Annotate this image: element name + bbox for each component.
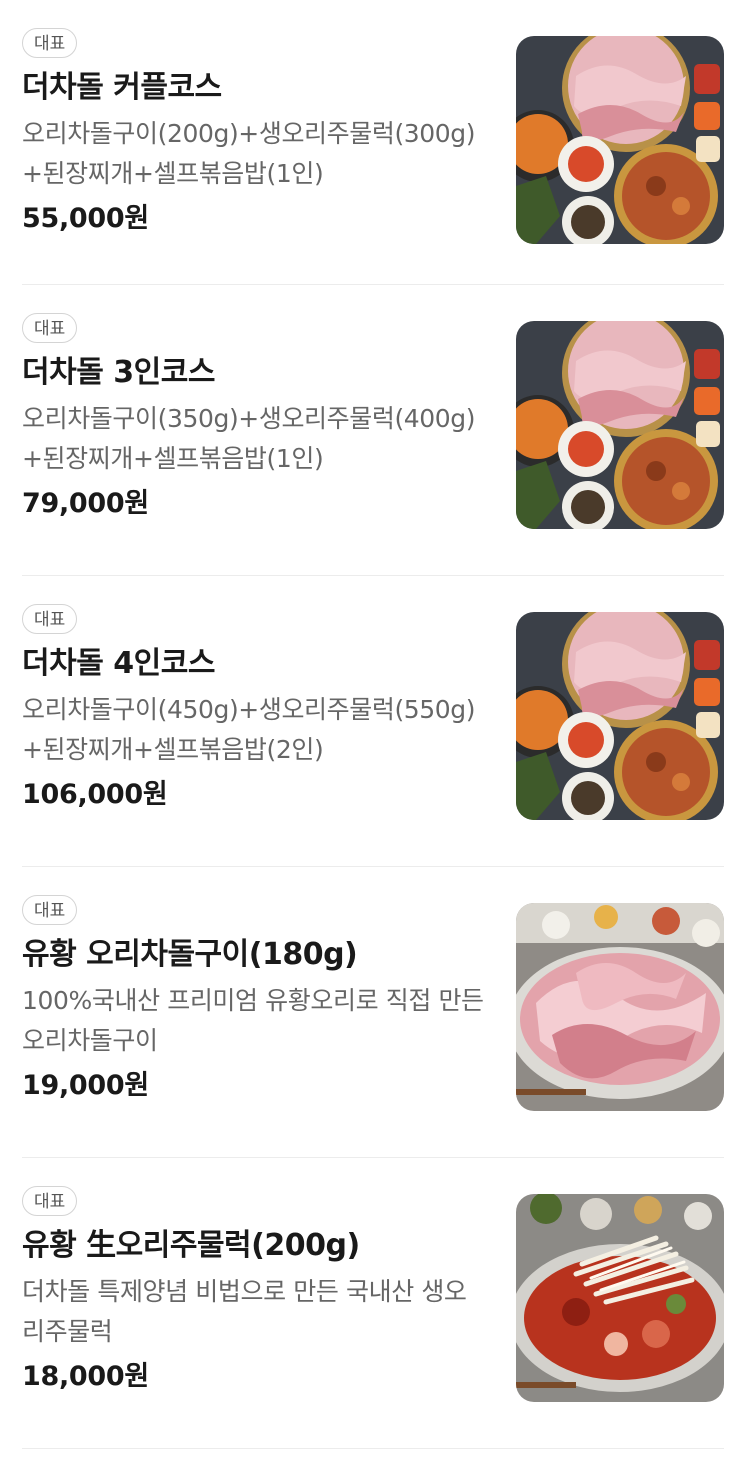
menu-item[interactable]: 대표 유황 오리차돌구이(180g) 100%국내산 프리미엄 유황오리로 직접… bbox=[22, 867, 724, 1158]
menu-item[interactable]: 대표 더차돌 커플코스 오리차돌구이(200g)+생오리주물럭(300g)+된장… bbox=[22, 0, 724, 285]
menu-item-info: 대표 유황 오리차돌구이(180g) 100%국내산 프리미엄 유황오리로 직접… bbox=[22, 895, 492, 1105]
menu-item-name: 더차돌 커플코스 bbox=[22, 70, 222, 105]
signature-badge: 대표 bbox=[22, 895, 78, 925]
menu-item-info: 대표 유황 生오리주물럭(200g) 더차돌 특제양념 비법으로 만든 국내산 … bbox=[22, 1186, 492, 1396]
menu-item-description: 오리차돌구이(450g)+생오리주물럭(550g)+된장찌개+셀프볶음밥(2인) bbox=[22, 695, 476, 764]
menu-item-name: 더차돌 4인코스 bbox=[22, 646, 215, 681]
course-platter-image bbox=[516, 36, 724, 244]
signature-badge: 대표 bbox=[22, 313, 78, 343]
signature-badge: 대표 bbox=[22, 1186, 78, 1216]
menu-item-price: 19,000원 bbox=[22, 1070, 149, 1101]
signature-badge: 대표 bbox=[22, 28, 78, 58]
menu-item[interactable]: 대표 유황 生오리주물럭(200g) 더차돌 특제양념 비법으로 만든 국내산 … bbox=[22, 1158, 724, 1449]
menu-item-name: 유황 生오리주물럭(200g) bbox=[22, 1228, 360, 1263]
menu-item-info: 대표 더차돌 커플코스 오리차돌구이(200g)+생오리주물럭(300g)+된장… bbox=[22, 28, 492, 238]
menu-item-name: 더차돌 3인코스 bbox=[22, 355, 215, 390]
menu-item-price: 106,000원 bbox=[22, 779, 168, 810]
menu-list: 대표 더차돌 커플코스 오리차돌구이(200g)+생오리주물럭(300g)+된장… bbox=[0, 0, 744, 1449]
menu-item-photo[interactable] bbox=[516, 612, 724, 820]
menu-item[interactable]: 대표 더차돌 3인코스 오리차돌구이(350g)+생오리주물럭(400g)+된장… bbox=[22, 285, 724, 576]
menu-item-description: 오리차돌구이(350g)+생오리주물럭(400g)+된장찌개+셀프볶음밥(1인) bbox=[22, 404, 476, 473]
signature-badge: 대표 bbox=[22, 604, 78, 634]
menu-item-price: 79,000원 bbox=[22, 488, 149, 519]
menu-item-name: 유황 오리차돌구이(180g) bbox=[22, 937, 358, 972]
menu-item-description: 오리차돌구이(200g)+생오리주물럭(300g)+된장찌개+셀프볶음밥(1인) bbox=[22, 119, 476, 188]
course-platter-image bbox=[516, 321, 724, 529]
sliced-duck-image bbox=[516, 903, 724, 1111]
menu-item-info: 대표 더차돌 4인코스 오리차돌구이(450g)+생오리주물럭(550g)+된장… bbox=[22, 604, 492, 814]
menu-item-photo[interactable] bbox=[516, 1194, 724, 1402]
menu-item-price: 55,000원 bbox=[22, 203, 149, 234]
menu-item-description: 더차돌 특제양념 비법으로 만든 국내산 생오리주물럭 bbox=[22, 1277, 467, 1346]
menu-item-description: 100%국내산 프리미엄 유황오리로 직접 만든 오리차돌구이 bbox=[22, 986, 484, 1055]
menu-item-price: 18,000원 bbox=[22, 1361, 149, 1392]
menu-item-info: 대표 더차돌 3인코스 오리차돌구이(350g)+생오리주물럭(400g)+된장… bbox=[22, 313, 492, 523]
menu-item-photo[interactable] bbox=[516, 321, 724, 529]
menu-item[interactable]: 대표 더차돌 4인코스 오리차돌구이(450g)+생오리주물럭(550g)+된장… bbox=[22, 576, 724, 867]
spicy-duck-image bbox=[516, 1194, 724, 1402]
menu-item-photo[interactable] bbox=[516, 36, 724, 244]
menu-item-photo[interactable] bbox=[516, 903, 724, 1111]
course-platter-image bbox=[516, 612, 724, 820]
